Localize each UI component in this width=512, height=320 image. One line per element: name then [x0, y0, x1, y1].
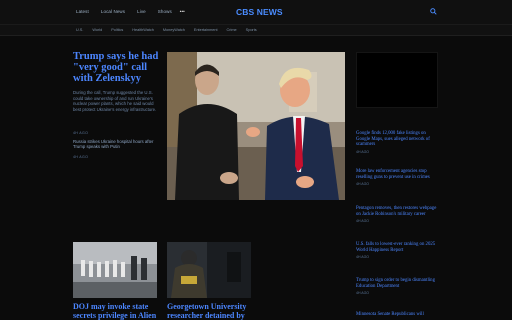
headline-title[interactable]: Trump to sign order to begin dismantling… — [356, 278, 440, 289]
headline-item[interactable]: Google finds 12,000 fake listings on Goo… — [356, 131, 440, 154]
more-menu-button[interactable]: ••• — [180, 9, 185, 14]
headline-title[interactable]: Google finds 12,000 fake listings on Goo… — [356, 131, 440, 148]
nav-live[interactable]: Live — [137, 9, 146, 14]
site-header: Latest Local News Live Shows ••• CBS NEW… — [0, 0, 512, 24]
section-us[interactable]: U.S. — [76, 28, 83, 32]
section-moneywatch[interactable]: MoneyWatch — [163, 28, 185, 32]
related-headline[interactable]: Russia strikes Ukraine hospital hours af… — [73, 139, 157, 150]
story-headline-georgetown[interactable]: Georgetown University researcher detaine… — [167, 302, 257, 320]
story-photo-doj[interactable] — [73, 242, 157, 298]
search-icon[interactable] — [430, 8, 437, 15]
headline-item[interactable]: More law enforcement agencies stop resel… — [356, 169, 440, 186]
headline-timestamp: 4H AGO — [356, 149, 370, 154]
story-photo-georgetown[interactable] — [167, 242, 251, 298]
cbs-news-logo[interactable]: CBS NEWS — [236, 7, 283, 17]
section-crime[interactable]: Crime — [227, 28, 237, 32]
headline-title[interactable]: More law enforcement agencies stop resel… — [356, 169, 440, 180]
headline-item[interactable]: Pentagon removes, then restores webpage … — [356, 206, 440, 223]
section-world[interactable]: World — [92, 28, 102, 32]
headline-title[interactable]: U.S. falls to lowest-ever ranking on 202… — [356, 242, 440, 253]
section-healthwatch[interactable]: HealthWatch — [132, 28, 154, 32]
lead-headline[interactable]: Trump says he had "very good" call with … — [73, 51, 163, 84]
lead-timestamp: 4H AGO — [73, 131, 89, 135]
related-timestamp: 4H AGO — [73, 155, 89, 159]
section-entertainment[interactable]: Entertainment — [194, 28, 218, 32]
top-nav: Latest Local News Live Shows ••• — [76, 9, 197, 14]
headline-timestamp: 4H AGO — [356, 255, 370, 260]
headline-title[interactable]: Minnesota Senate Republicans will — [356, 312, 440, 318]
nav-latest[interactable]: Latest — [76, 9, 89, 14]
headline-item[interactable]: U.S. falls to lowest-ever ranking on 202… — [356, 242, 440, 259]
headline-timestamp: 4H AGO — [356, 219, 370, 224]
lead-description: During the call, Trump suggested the U.S… — [73, 90, 157, 112]
section-politics[interactable]: Politics — [111, 28, 123, 32]
advertisement[interactable] — [356, 52, 438, 108]
headline-item[interactable]: Minnesota Senate Republicans will — [356, 312, 440, 318]
headline-timestamp: 4H AGO — [356, 182, 370, 187]
headline-title[interactable]: Pentagon removes, then restores webpage … — [356, 206, 440, 217]
headline-item[interactable]: Trump to sign order to begin dismantling… — [356, 278, 440, 295]
section-sports[interactable]: Sports — [246, 28, 257, 32]
nav-shows[interactable]: Shows — [158, 9, 172, 14]
lead-photo[interactable] — [167, 52, 345, 200]
headline-timestamp: 4H AGO — [356, 291, 370, 296]
section-nav: U.S. World Politics HealthWatch MoneyWat… — [0, 24, 512, 36]
nav-local-news[interactable]: Local News — [101, 9, 125, 14]
story-headline-doj[interactable]: DOJ may invoke state secrets privilege i… — [73, 302, 163, 320]
